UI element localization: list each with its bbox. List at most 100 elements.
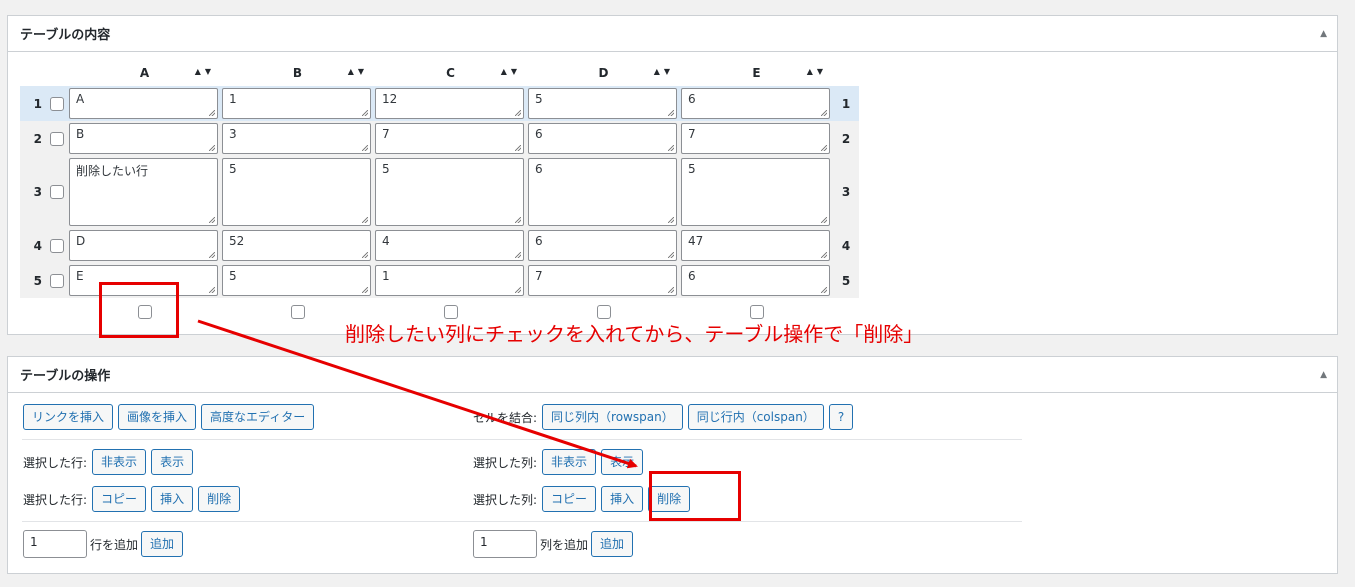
table-row: 1 A 1 12 5 6 1 — [20, 86, 859, 121]
column-header-c[interactable]: C ▲▼ — [374, 60, 527, 86]
sort-arrows-icon[interactable]: ▲▼ — [807, 67, 827, 76]
add-rows-count-input[interactable]: 1 — [23, 530, 87, 558]
add-columns-label: 列を追加 — [540, 537, 589, 552]
hide-column-button[interactable]: 非表示 — [542, 449, 597, 475]
cell-input[interactable]: 7 — [528, 265, 677, 296]
divider — [22, 439, 1022, 440]
row-checkbox[interactable] — [50, 96, 64, 111]
cell-input[interactable]: 52 — [222, 230, 371, 261]
row-number: 3 — [833, 156, 859, 228]
selected-column-label: 選択した列: — [473, 492, 538, 507]
table-content-box: テーブルの内容 ▲ A ▲▼ B ▲▼ C ▲▼ D ▲▼ E ▲▼ 1 A 1 12 — [7, 15, 1338, 335]
add-rows-label: 行を追加 — [90, 537, 139, 552]
selected-row-label: 選択した行: — [23, 455, 88, 470]
column-checkbox-b[interactable] — [290, 305, 305, 319]
insert-column-button[interactable]: 挿入 — [601, 486, 644, 512]
table-operations-header: テーブルの操作 ▲ — [8, 357, 1337, 393]
merge-cells-toolbar: セルを結合: 同じ列内（rowspan） 同じ行内（colspan） ? — [473, 404, 854, 430]
row-number: 4 — [20, 228, 46, 263]
cell-input[interactable]: 5 — [681, 158, 830, 226]
insert-image-button[interactable]: 画像を挿入 — [118, 404, 197, 430]
column-checkbox-d[interactable] — [596, 305, 611, 319]
table-row: 2 B 3 7 6 7 2 — [20, 121, 859, 156]
collapse-toggle-icon[interactable]: ▲ — [1320, 29, 1327, 39]
cell-input[interactable]: 6 — [528, 123, 677, 154]
cell-input[interactable]: 5 — [528, 88, 677, 119]
add-rows-button[interactable]: 追加 — [141, 531, 184, 557]
add-columns-button[interactable]: 追加 — [591, 531, 634, 557]
cell-input[interactable]: 7 — [375, 123, 524, 154]
table-content-header: テーブルの内容 ▲ — [8, 16, 1337, 52]
insert-row-button[interactable]: 挿入 — [151, 486, 194, 512]
collapse-toggle-icon[interactable]: ▲ — [1320, 370, 1327, 380]
row-checkbox[interactable] — [50, 131, 64, 146]
column-checkbox-c[interactable] — [443, 305, 458, 319]
merge-rowspan-button[interactable]: 同じ列内（rowspan） — [542, 404, 683, 430]
row-number: 1 — [833, 86, 859, 121]
merge-cells-label: セルを結合: — [473, 410, 538, 425]
sort-arrows-icon[interactable]: ▲▼ — [501, 67, 521, 76]
add-columns-toolbar: 1 列を追加 追加 — [473, 530, 634, 558]
cell-input[interactable]: A — [69, 88, 218, 119]
table-content-title: テーブルの内容 — [20, 28, 111, 43]
cell-input[interactable]: D — [69, 230, 218, 261]
annotation-highlight-column-checkbox — [99, 282, 179, 338]
cell-input[interactable]: 6 — [528, 230, 677, 261]
cell-input[interactable]: 1 — [375, 265, 524, 296]
cell-input[interactable]: 4 — [375, 230, 524, 261]
add-columns-count-input[interactable]: 1 — [473, 530, 537, 558]
row-number: 2 — [20, 121, 46, 156]
column-header-d[interactable]: D ▲▼ — [527, 60, 680, 86]
cell-input[interactable]: 12 — [375, 88, 524, 119]
cell-input[interactable]: 5 — [222, 265, 371, 296]
row-number: 5 — [833, 263, 859, 298]
cell-input[interactable]: 47 — [681, 230, 830, 261]
help-button[interactable]: ? — [828, 404, 854, 430]
row-checkbox[interactable] — [50, 238, 64, 253]
copy-column-button[interactable]: コピー — [542, 486, 597, 512]
sort-arrows-icon[interactable]: ▲▼ — [348, 67, 368, 76]
cell-input[interactable]: 削除したい行 — [69, 158, 218, 226]
row-visibility-toolbar: 選択した行: 非表示 表示 — [23, 449, 194, 475]
cell-input[interactable]: 6 — [681, 265, 830, 296]
annotation-highlight-delete-button — [649, 471, 741, 521]
delete-row-button[interactable]: 削除 — [198, 486, 241, 512]
sort-arrows-icon[interactable]: ▲▼ — [654, 67, 674, 76]
column-checkbox-e[interactable] — [749, 305, 764, 319]
show-column-button[interactable]: 表示 — [601, 449, 644, 475]
row-actions-toolbar: 選択した行: コピー 挿入 削除 — [23, 486, 241, 512]
row-number: 4 — [833, 228, 859, 263]
hide-row-button[interactable]: 非表示 — [92, 449, 147, 475]
row-number: 1 — [20, 86, 46, 121]
cell-input[interactable]: 5 — [375, 158, 524, 226]
divider — [22, 521, 1022, 522]
table-row: 4 D 52 4 6 47 4 — [20, 228, 859, 263]
insert-link-button[interactable]: リンクを挿入 — [23, 404, 114, 430]
column-visibility-toolbar: 選択した列: 非表示 表示 — [473, 449, 644, 475]
cell-input[interactable]: 7 — [681, 123, 830, 154]
row-checkbox[interactable] — [50, 185, 64, 199]
cell-input[interactable]: B — [69, 123, 218, 154]
selected-column-label: 選択した列: — [473, 455, 538, 470]
insert-toolbar: リンクを挿入 画像を挿入 高度なエディター — [23, 404, 315, 430]
cell-input[interactable]: 5 — [222, 158, 371, 226]
column-header-b[interactable]: B ▲▼ — [221, 60, 374, 86]
selected-row-label: 選択した行: — [23, 492, 88, 507]
column-header-a[interactable]: A ▲▼ — [68, 60, 221, 86]
cell-input[interactable]: 6 — [528, 158, 677, 226]
cell-input[interactable]: 3 — [222, 123, 371, 154]
cell-input[interactable]: 1 — [222, 88, 371, 119]
column-header-row: A ▲▼ B ▲▼ C ▲▼ D ▲▼ E ▲▼ — [20, 60, 859, 86]
row-checkbox[interactable] — [50, 273, 64, 288]
add-rows-toolbar: 1 行を追加 追加 — [23, 530, 184, 558]
row-number: 3 — [20, 156, 46, 228]
cell-input[interactable]: 6 — [681, 88, 830, 119]
table-operations-title: テーブルの操作 — [20, 369, 111, 384]
show-row-button[interactable]: 表示 — [151, 449, 194, 475]
column-header-e[interactable]: E ▲▼ — [680, 60, 833, 86]
sort-arrows-icon[interactable]: ▲▼ — [195, 67, 215, 76]
copy-row-button[interactable]: コピー — [92, 486, 147, 512]
advanced-editor-button[interactable]: 高度なエディター — [201, 404, 315, 430]
annotation-instruction-text: 削除したい列にチェックを入れてから、テーブル操作で「削除」 — [345, 322, 924, 346]
merge-colspan-button[interactable]: 同じ行内（colspan） — [687, 404, 824, 430]
